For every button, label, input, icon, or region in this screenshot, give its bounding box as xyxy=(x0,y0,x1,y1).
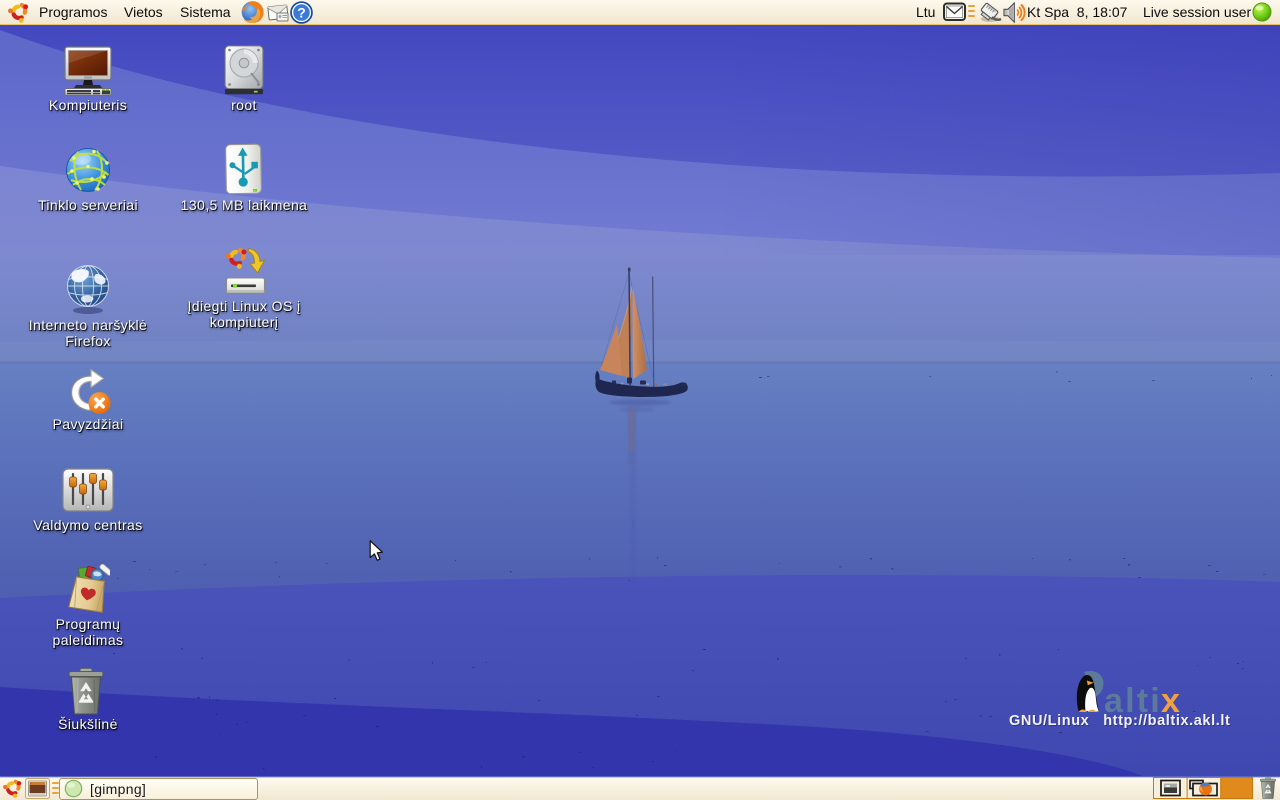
svg-text:GNU/Linux http://baltix.akl.: GNU/Linux http://baltix.akl.lt xyxy=(1009,713,1230,729)
svg-text:?: ? xyxy=(297,5,306,21)
